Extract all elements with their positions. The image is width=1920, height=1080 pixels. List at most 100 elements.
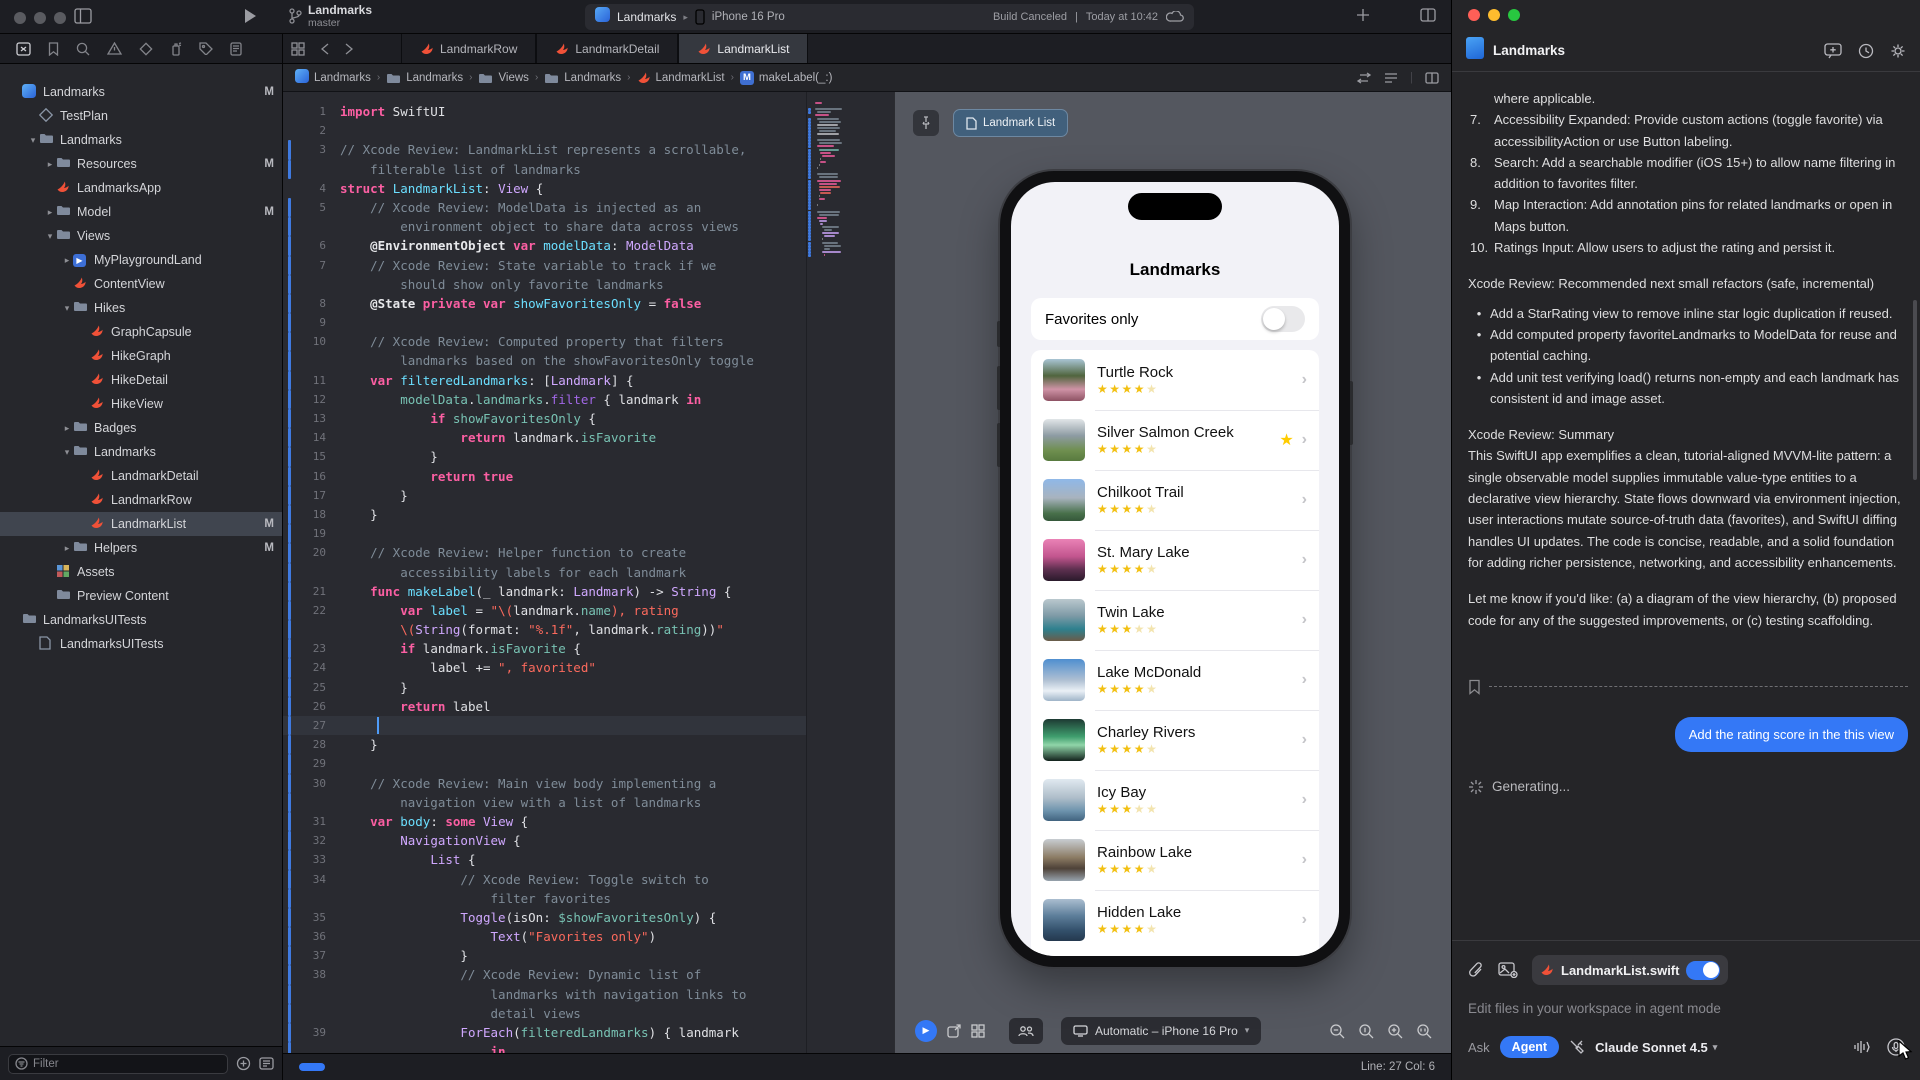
landmark-row-Lake McDonald[interactable]: Lake McDonald★★★★★› bbox=[1031, 650, 1319, 710]
attached-file-chip[interactable]: LandmarkList.swift bbox=[1532, 955, 1728, 985]
new-chat-icon[interactable] bbox=[1824, 43, 1842, 59]
device-selector[interactable]: Automatic – iPhone 16 Pro ▾ bbox=[1061, 1017, 1261, 1045]
issues-icon[interactable] bbox=[107, 42, 122, 55]
tree-item-GraphCapsule[interactable]: GraphCapsule bbox=[0, 320, 282, 344]
editor-options-icon[interactable] bbox=[1384, 72, 1398, 84]
breadcrumb-item[interactable]: Landmarks bbox=[386, 72, 463, 84]
settings-icon[interactable] bbox=[1890, 43, 1906, 59]
minimize-icon[interactable] bbox=[1488, 9, 1500, 21]
grid-variants-icon[interactable] bbox=[971, 1024, 985, 1038]
editor-minimap[interactable] bbox=[806, 92, 894, 1053]
source-editor[interactable]: 1import SwiftUI23// Xcode Review: Landma… bbox=[283, 92, 806, 1053]
filter-input[interactable]: Filter bbox=[8, 1054, 228, 1074]
maximize-icon[interactable] bbox=[1508, 9, 1520, 21]
chat-input[interactable]: Edit files in your workspace in agent mo… bbox=[1468, 1001, 1905, 1016]
ask-mode-button[interactable]: Ask bbox=[1468, 1040, 1490, 1055]
history-icon[interactable] bbox=[1858, 43, 1874, 59]
filter-scope-icon[interactable] bbox=[259, 1057, 274, 1070]
tree-item-TestPlan[interactable]: TestPlan bbox=[0, 104, 282, 128]
tree-item-HikeGraph[interactable]: HikeGraph bbox=[0, 344, 282, 368]
zoom-in-icon[interactable] bbox=[1387, 1023, 1403, 1039]
breadcrumb-item[interactable]: MmakeLabel(_:) bbox=[740, 71, 833, 85]
tree-item-LandmarkDetail[interactable]: LandmarkDetail bbox=[0, 464, 282, 488]
favorites-toggle-switch[interactable] bbox=[1261, 306, 1305, 332]
activity-status-pill[interactable]: Landmarks ▸ iPhone 16 Pro Build Canceled… bbox=[585, 4, 1194, 30]
disclosure-icon[interactable]: ▾ bbox=[44, 231, 56, 242]
related-items-icon[interactable] bbox=[1356, 72, 1372, 84]
project-scheme-cluster[interactable]: Landmarks master bbox=[288, 3, 372, 29]
zoom-fit-icon[interactable] bbox=[1416, 1023, 1432, 1039]
agent-mode-button[interactable]: Agent bbox=[1500, 1036, 1559, 1058]
landmark-row-St. Mary Lake[interactable]: St. Mary Lake★★★★★› bbox=[1031, 530, 1319, 590]
landmark-row-Twin Lake[interactable]: Twin Lake★★★★★› bbox=[1031, 590, 1319, 650]
attach-file-icon[interactable] bbox=[1468, 961, 1484, 979]
disclosure-icon[interactable]: ▾ bbox=[27, 135, 39, 146]
run-button[interactable] bbox=[242, 7, 258, 25]
tree-item-LandmarksUITests[interactable]: LandmarksUITests bbox=[0, 632, 282, 656]
tree-item-Views[interactable]: ▾Views bbox=[0, 224, 282, 248]
tree-item-Preview Content[interactable]: Preview Content bbox=[0, 584, 282, 608]
search-icon[interactable] bbox=[76, 42, 90, 56]
tests-icon[interactable] bbox=[139, 42, 153, 56]
disclosure-icon[interactable]: ▾ bbox=[61, 447, 73, 458]
assistant-traffic-lights[interactable] bbox=[1468, 9, 1520, 21]
landmark-row-Hidden Lake[interactable]: Hidden Lake★★★★★› bbox=[1031, 890, 1319, 950]
zoom-window-icon[interactable] bbox=[54, 12, 66, 24]
go-forward-icon[interactable] bbox=[337, 34, 361, 63]
file-context-toggle[interactable] bbox=[1686, 961, 1720, 980]
tree-item-LandmarksApp[interactable]: LandmarksApp bbox=[0, 176, 282, 200]
tree-item-HikeView[interactable]: HikeView bbox=[0, 392, 282, 416]
disclosure-icon[interactable]: ▸ bbox=[61, 423, 73, 434]
breadcrumb-item[interactable]: Landmarks bbox=[295, 69, 371, 86]
disclosure-icon[interactable]: ▸ bbox=[44, 159, 56, 170]
tree-item-Hikes[interactable]: ▾Hikes bbox=[0, 296, 282, 320]
tree-item-LandmarkRow[interactable]: LandmarkRow bbox=[0, 488, 282, 512]
landmark-row-Chilkoot Trail[interactable]: Chilkoot Trail★★★★★› bbox=[1031, 470, 1319, 530]
voice-mode-icon[interactable] bbox=[1853, 1040, 1871, 1054]
tree-item-LandmarksUITests[interactable]: LandmarksUITests bbox=[0, 608, 282, 632]
tree-item-HikeDetail[interactable]: HikeDetail bbox=[0, 368, 282, 392]
close-window-icon[interactable] bbox=[14, 12, 26, 24]
add-tab-icon[interactable] bbox=[1356, 8, 1370, 22]
model-selector[interactable]: Claude Sonnet 4.5 ▾ bbox=[1595, 1040, 1717, 1055]
tab-LandmarkRow[interactable]: LandmarkRow bbox=[401, 34, 536, 63]
disclosure-icon[interactable]: ▸ bbox=[61, 255, 73, 266]
tree-item-MyPlaygroundLand[interactable]: ▸▶MyPlaygroundLand bbox=[0, 248, 282, 272]
tree-item-Helpers[interactable]: ▸HelpersM bbox=[0, 536, 282, 560]
attach-image-icon[interactable] bbox=[1498, 962, 1518, 978]
tab-LandmarkDetail[interactable]: LandmarkDetail bbox=[536, 34, 678, 63]
disclosure-icon[interactable]: ▸ bbox=[44, 207, 56, 218]
landmark-row-Charley Rivers[interactable]: Charley Rivers★★★★★› bbox=[1031, 710, 1319, 770]
tree-item-Model[interactable]: ▸ModelM bbox=[0, 200, 282, 224]
tree-item-ContentView[interactable]: ContentView bbox=[0, 272, 282, 296]
window-traffic-lights[interactable] bbox=[14, 11, 74, 29]
tree-item-Badges[interactable]: ▸Badges bbox=[0, 416, 282, 440]
add-editor-icon[interactable] bbox=[1425, 72, 1439, 84]
assistant-scrollbar[interactable] bbox=[1913, 300, 1917, 480]
tree-item-Assets[interactable]: Assets bbox=[0, 560, 282, 584]
tree-item-LandmarkList[interactable]: LandmarkListM bbox=[0, 512, 282, 536]
window-layout-icon[interactable] bbox=[1420, 8, 1436, 22]
toggle-sidebar-icon[interactable] bbox=[74, 8, 92, 24]
add-file-icon[interactable] bbox=[236, 1056, 251, 1071]
preview-tab[interactable]: Landmark List bbox=[953, 109, 1068, 137]
zoom-actual-icon[interactable] bbox=[1358, 1023, 1374, 1039]
tree-item-Landmarks[interactable]: ▾Landmarks bbox=[0, 440, 282, 464]
close-icon[interactable] bbox=[1468, 9, 1480, 21]
disclosure-icon[interactable]: ▾ bbox=[61, 303, 73, 314]
breadcrumb-item[interactable]: Views bbox=[478, 72, 528, 84]
horizontal-scroll-thumb[interactable] bbox=[299, 1063, 325, 1071]
debug-icon[interactable] bbox=[170, 42, 182, 56]
selectable-preview-icon[interactable] bbox=[947, 1024, 961, 1038]
disclosure-icon[interactable]: ▸ bbox=[61, 543, 73, 554]
tree-item-Resources[interactable]: ▸ResourcesM bbox=[0, 152, 282, 176]
tools-icon[interactable] bbox=[1569, 1039, 1585, 1055]
reports-icon[interactable] bbox=[230, 42, 242, 56]
breadcrumb-item[interactable]: Landmarks bbox=[544, 72, 621, 84]
tree-item-Landmarks[interactable]: ▾Landmarks bbox=[0, 128, 282, 152]
landmark-row-Turtle Rock[interactable]: Turtle Rock★★★★★› bbox=[1031, 350, 1319, 410]
go-back-icon[interactable] bbox=[313, 34, 337, 63]
minimize-window-icon[interactable] bbox=[34, 12, 46, 24]
tab-overview-icon[interactable] bbox=[283, 34, 313, 63]
bookmark-icon[interactable] bbox=[48, 42, 59, 56]
